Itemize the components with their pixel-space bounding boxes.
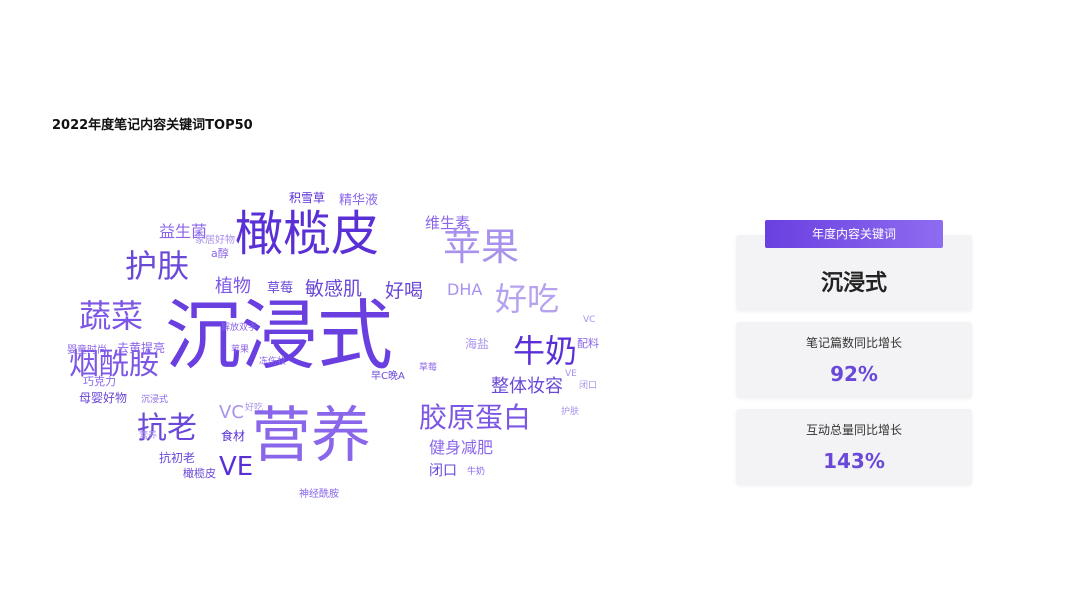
cloud-word: 闭口 [429,463,457,479]
cloud-word: VE [219,452,254,482]
cloud-word: 牛奶 [513,332,578,370]
notes-growth-panel: 笔记篇数同比增长 92% [736,322,972,398]
cloud-word: 好喝 [385,280,424,302]
cloud-word: 苹果 [231,345,250,355]
cloud-word: DHA [447,280,483,299]
cloud-word: 护肤 [125,247,190,285]
cloud-word: 冻伤妆 [259,357,287,367]
cloud-word: 神经酰胺 [299,489,339,500]
cloud-word: 解放双手 [221,323,258,333]
cloud-word: 橄榄皮 [183,467,216,480]
cloud-word: VC [219,402,244,423]
cloud-word: 蔬菜 [79,297,144,335]
cloud-word: 好吃 [245,403,264,413]
interaction-growth-panel: 互动总量同比增长 143% [736,409,972,485]
cloud-word: 好吃 [495,280,560,318]
cloud-word: 食材 [221,429,246,443]
cloud-word: 橄榄皮 [235,206,380,262]
cloud-word: 苹果 [443,225,520,269]
cloud-word: 敏感肌 [305,278,363,300]
cloud-word: VC [583,315,596,325]
cloud-word: 闭口 [579,381,598,391]
cloud-word: 婴童时尚 [67,345,107,356]
cloud-word: 营养 [251,401,371,471]
cloud-word: 海盐 [465,337,490,351]
cloud-word: 配料 [577,337,599,350]
notes-growth-value: 92% [830,362,878,386]
cloud-word: 抗初老 [159,451,196,465]
cloud-word: 沉浸式 [141,395,169,405]
cloud-word: 健身减肥 [429,438,494,457]
cloud-word: 早C晚A [371,371,405,382]
cloud-word: 维生素 [425,214,471,232]
cloud-word: 护肤 [561,407,580,417]
cloud-word: 草莓 [267,281,294,296]
keyword-cloud: 沉浸式 营养 橄榄皮 苹果 护肤 蔬菜 好吃 烟酰胺 牛奶 抗老 胶原蛋白 VE… [55,178,615,518]
cloud-word: 去黄提亮 [117,341,166,355]
cloud-word: VE [565,369,577,379]
cloud-word: 草莓 [419,363,438,373]
interaction-growth-label: 互动总量同比增长 [805,423,902,437]
annual-keyword-badge: 年度内容关键词 [765,220,943,248]
page-title: 2022年度笔记内容关键词TOP50 [52,118,253,133]
cloud-word: 积雪草 [289,191,326,205]
cloud-word: 整体妆容 [491,376,563,397]
cloud-word: 牛奶 [467,467,486,477]
cloud-word: 植物 [215,276,251,297]
interaction-growth-value: 143% [823,449,885,473]
cloud-word: a醇 [211,247,229,260]
cloud-word: 营养 [139,431,158,441]
annual-keyword-value: 沉浸式 [820,271,887,296]
cloud-word: 巧克力 [83,375,116,388]
cloud-word: 母婴好物 [79,391,128,405]
cloud-word: 家居好物 [195,235,235,246]
cloud-word: 精华液 [339,193,379,208]
cloud-word: 胶原蛋白 [419,401,532,434]
notes-growth-label: 笔记篇数同比增长 [805,336,902,350]
